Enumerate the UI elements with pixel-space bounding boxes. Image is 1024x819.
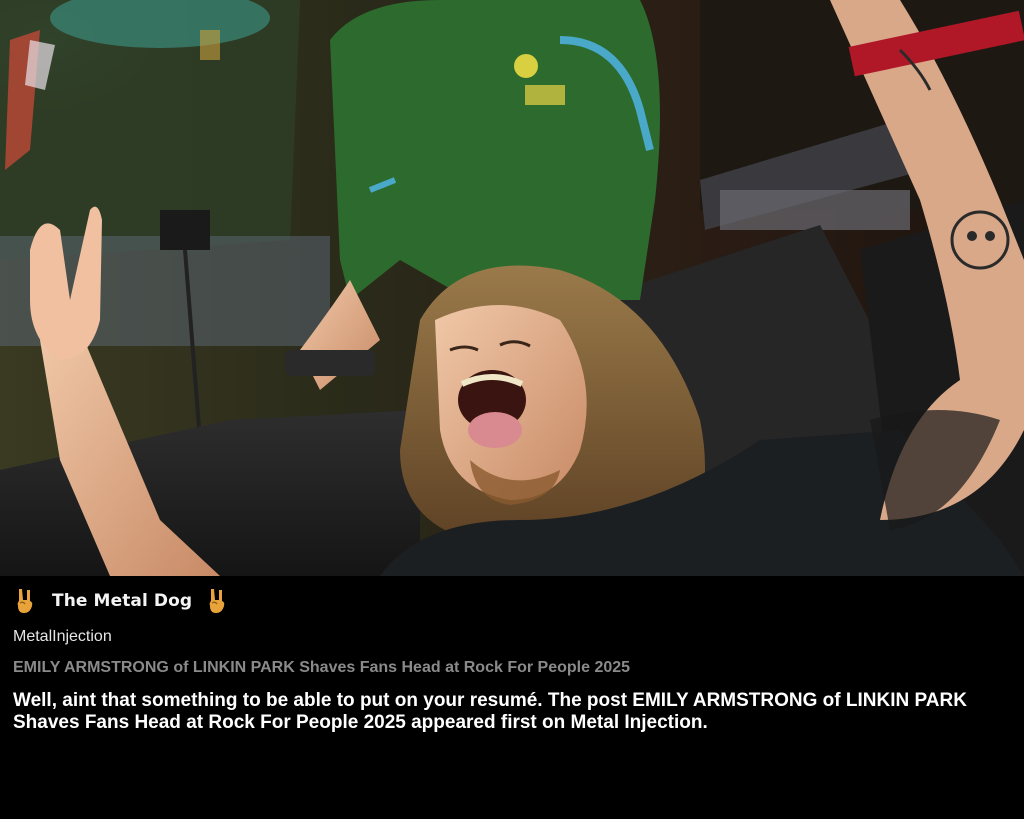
post-caption: The Metal Dog MetalInjection EMILY ARMST… xyxy=(0,576,1024,819)
post-source[interactable]: MetalInjection xyxy=(13,628,112,646)
rock-horns-icon xyxy=(206,587,228,615)
post-body: Well, aint that something to be able to … xyxy=(13,690,967,733)
feed-post-card: The Metal Dog MetalInjection EMILY ARMST… xyxy=(0,0,1024,819)
concert-photo xyxy=(0,0,1024,576)
rock-horns-icon xyxy=(14,587,36,615)
feed-title[interactable]: The Metal Dog xyxy=(52,591,192,611)
feed-header[interactable]: The Metal Dog xyxy=(14,586,228,616)
post-headline[interactable]: EMILY ARMSTRONG of LINKIN PARK Shaves Fa… xyxy=(13,659,630,677)
post-image[interactable] xyxy=(0,0,1024,576)
